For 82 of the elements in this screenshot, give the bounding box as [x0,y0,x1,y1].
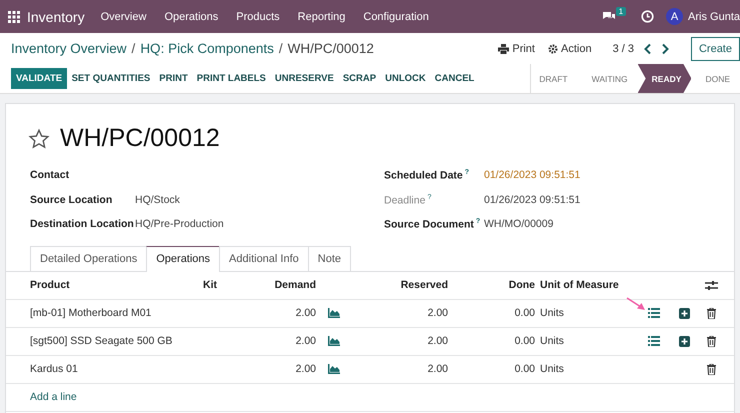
create-button[interactable]: Create [690,36,740,60]
field-label: Deadline $^{?}$ [384,194,432,206]
detailed-list-icon[interactable] [648,308,660,318]
column-header[interactable]: Unit of Measure [535,279,639,291]
column-header[interactable]: Done [448,279,535,291]
add-icon[interactable] [678,308,690,318]
menu-item[interactable]: Operations [164,10,218,22]
user-avatar[interactable]: A [666,8,684,25]
table-cell-text: Units [539,307,565,319]
trash-icon[interactable] [706,336,716,346]
add-icon[interactable] [678,336,690,346]
gear-icon [548,44,558,54]
field-value[interactable]: 01/26/2023 09:51:51 [484,194,580,206]
print-button[interactable]: Print [498,42,535,54]
app-name[interactable]: Inventory [27,8,85,24]
message-count-badge: 1 [616,7,626,16]
action-button[interactable]: UNLOCK [380,68,430,89]
action-button[interactable]: PRINT [154,68,192,89]
table-cell-text: 2.00 [294,363,316,375]
detailed-list-icon[interactable] [648,336,660,346]
column-header[interactable]: Reserved [338,279,448,291]
column-header[interactable]: Kit [203,279,258,291]
trash-icon[interactable] [706,364,716,374]
action-button[interactable]: SET QUANTITIES [67,68,155,89]
table-cell-text: [sgt500] SSD Seagate 500 GB [30,335,174,347]
field-value[interactable]: HQ/Pre-Production [135,218,224,230]
tab[interactable]: Note [308,246,352,270]
menu-item[interactable]: Products [236,10,280,22]
forecast-chart-icon[interactable] [328,308,340,318]
action-button[interactable]: UNRESERVE [270,68,338,89]
menu-item[interactable]: Reporting [298,10,346,22]
field-value[interactable]: HQ/Stock [135,194,180,206]
previous-icon[interactable] [642,42,653,54]
next-icon[interactable] [660,42,670,54]
field-value[interactable]: 01/26/2023 09:51:51 [484,169,580,182]
status-stage[interactable]: READY [638,64,692,93]
table-cell-text: 0.00 [514,307,535,319]
user-name[interactable]: Aris Gunta [688,10,740,22]
action-button[interactable]: SCRAP [338,68,381,89]
breadcrumb-item: WH/PC/00012 [288,41,374,56]
field-value[interactable]: WH/MO/00009 [484,218,554,230]
table-cell-text: 0.00 [514,335,535,347]
column-header[interactable]: Demand [258,279,316,291]
field-label: Scheduled Date $^{?}$ [384,169,470,182]
table-cell-text: Units [539,335,565,347]
field-label: Source Document $^{?}$ [384,218,482,230]
field-label: Destination Location [30,218,135,230]
annotation-arrow [626,296,646,310]
table-cell-text: Kardus 01 [30,363,79,375]
breadcrumb-item[interactable]: HQ: Pick Components [140,41,274,56]
menu-item[interactable]: Overview [100,10,146,22]
star-icon[interactable] [28,128,50,150]
table-cell-text: 2.00 [426,335,448,347]
table-cell-text: 2.00 [294,335,316,347]
breadcrumb-separator: / [278,41,283,56]
column-settings-icon[interactable] [704,280,718,290]
trash-icon[interactable] [706,308,716,318]
table-cell-text: 2.00 [294,307,316,319]
breadcrumb-item[interactable]: Inventory Overview [11,41,127,56]
action-button[interactable]: CANCEL [430,68,479,89]
field-label: Contact [30,169,70,182]
action-button[interactable]: Action [548,42,592,54]
action-button[interactable]: PRINT LABELS [192,68,270,89]
breadcrumb-separator: / [132,41,136,56]
column-header[interactable]: Product [30,279,203,291]
table-cell-text: 0.00 [514,363,535,375]
table-cell-text: [mb-01] Motherboard M01 [30,307,152,319]
table-cell-text: Units [539,363,565,375]
clock-icon[interactable] [641,10,654,23]
menu-item[interactable]: Configuration [363,10,429,22]
forecast-chart-icon[interactable] [328,336,340,346]
pager-counter: 3 / 3 [612,42,634,54]
record-title: WH/PC/00012 [60,124,220,153]
table-cell-text: 2.00 [426,363,448,375]
field-label: Source Location [30,194,114,206]
action-button[interactable]: VALIDATE [11,68,68,89]
printer-icon [498,44,510,54]
add-line-link[interactable]: Add a line [30,391,77,403]
forecast-chart-icon[interactable] [328,364,340,374]
apps-menu-icon[interactable] [8,10,20,22]
tab[interactable]: Operations [146,246,220,272]
table-cell-text: 2.00 [426,307,448,319]
